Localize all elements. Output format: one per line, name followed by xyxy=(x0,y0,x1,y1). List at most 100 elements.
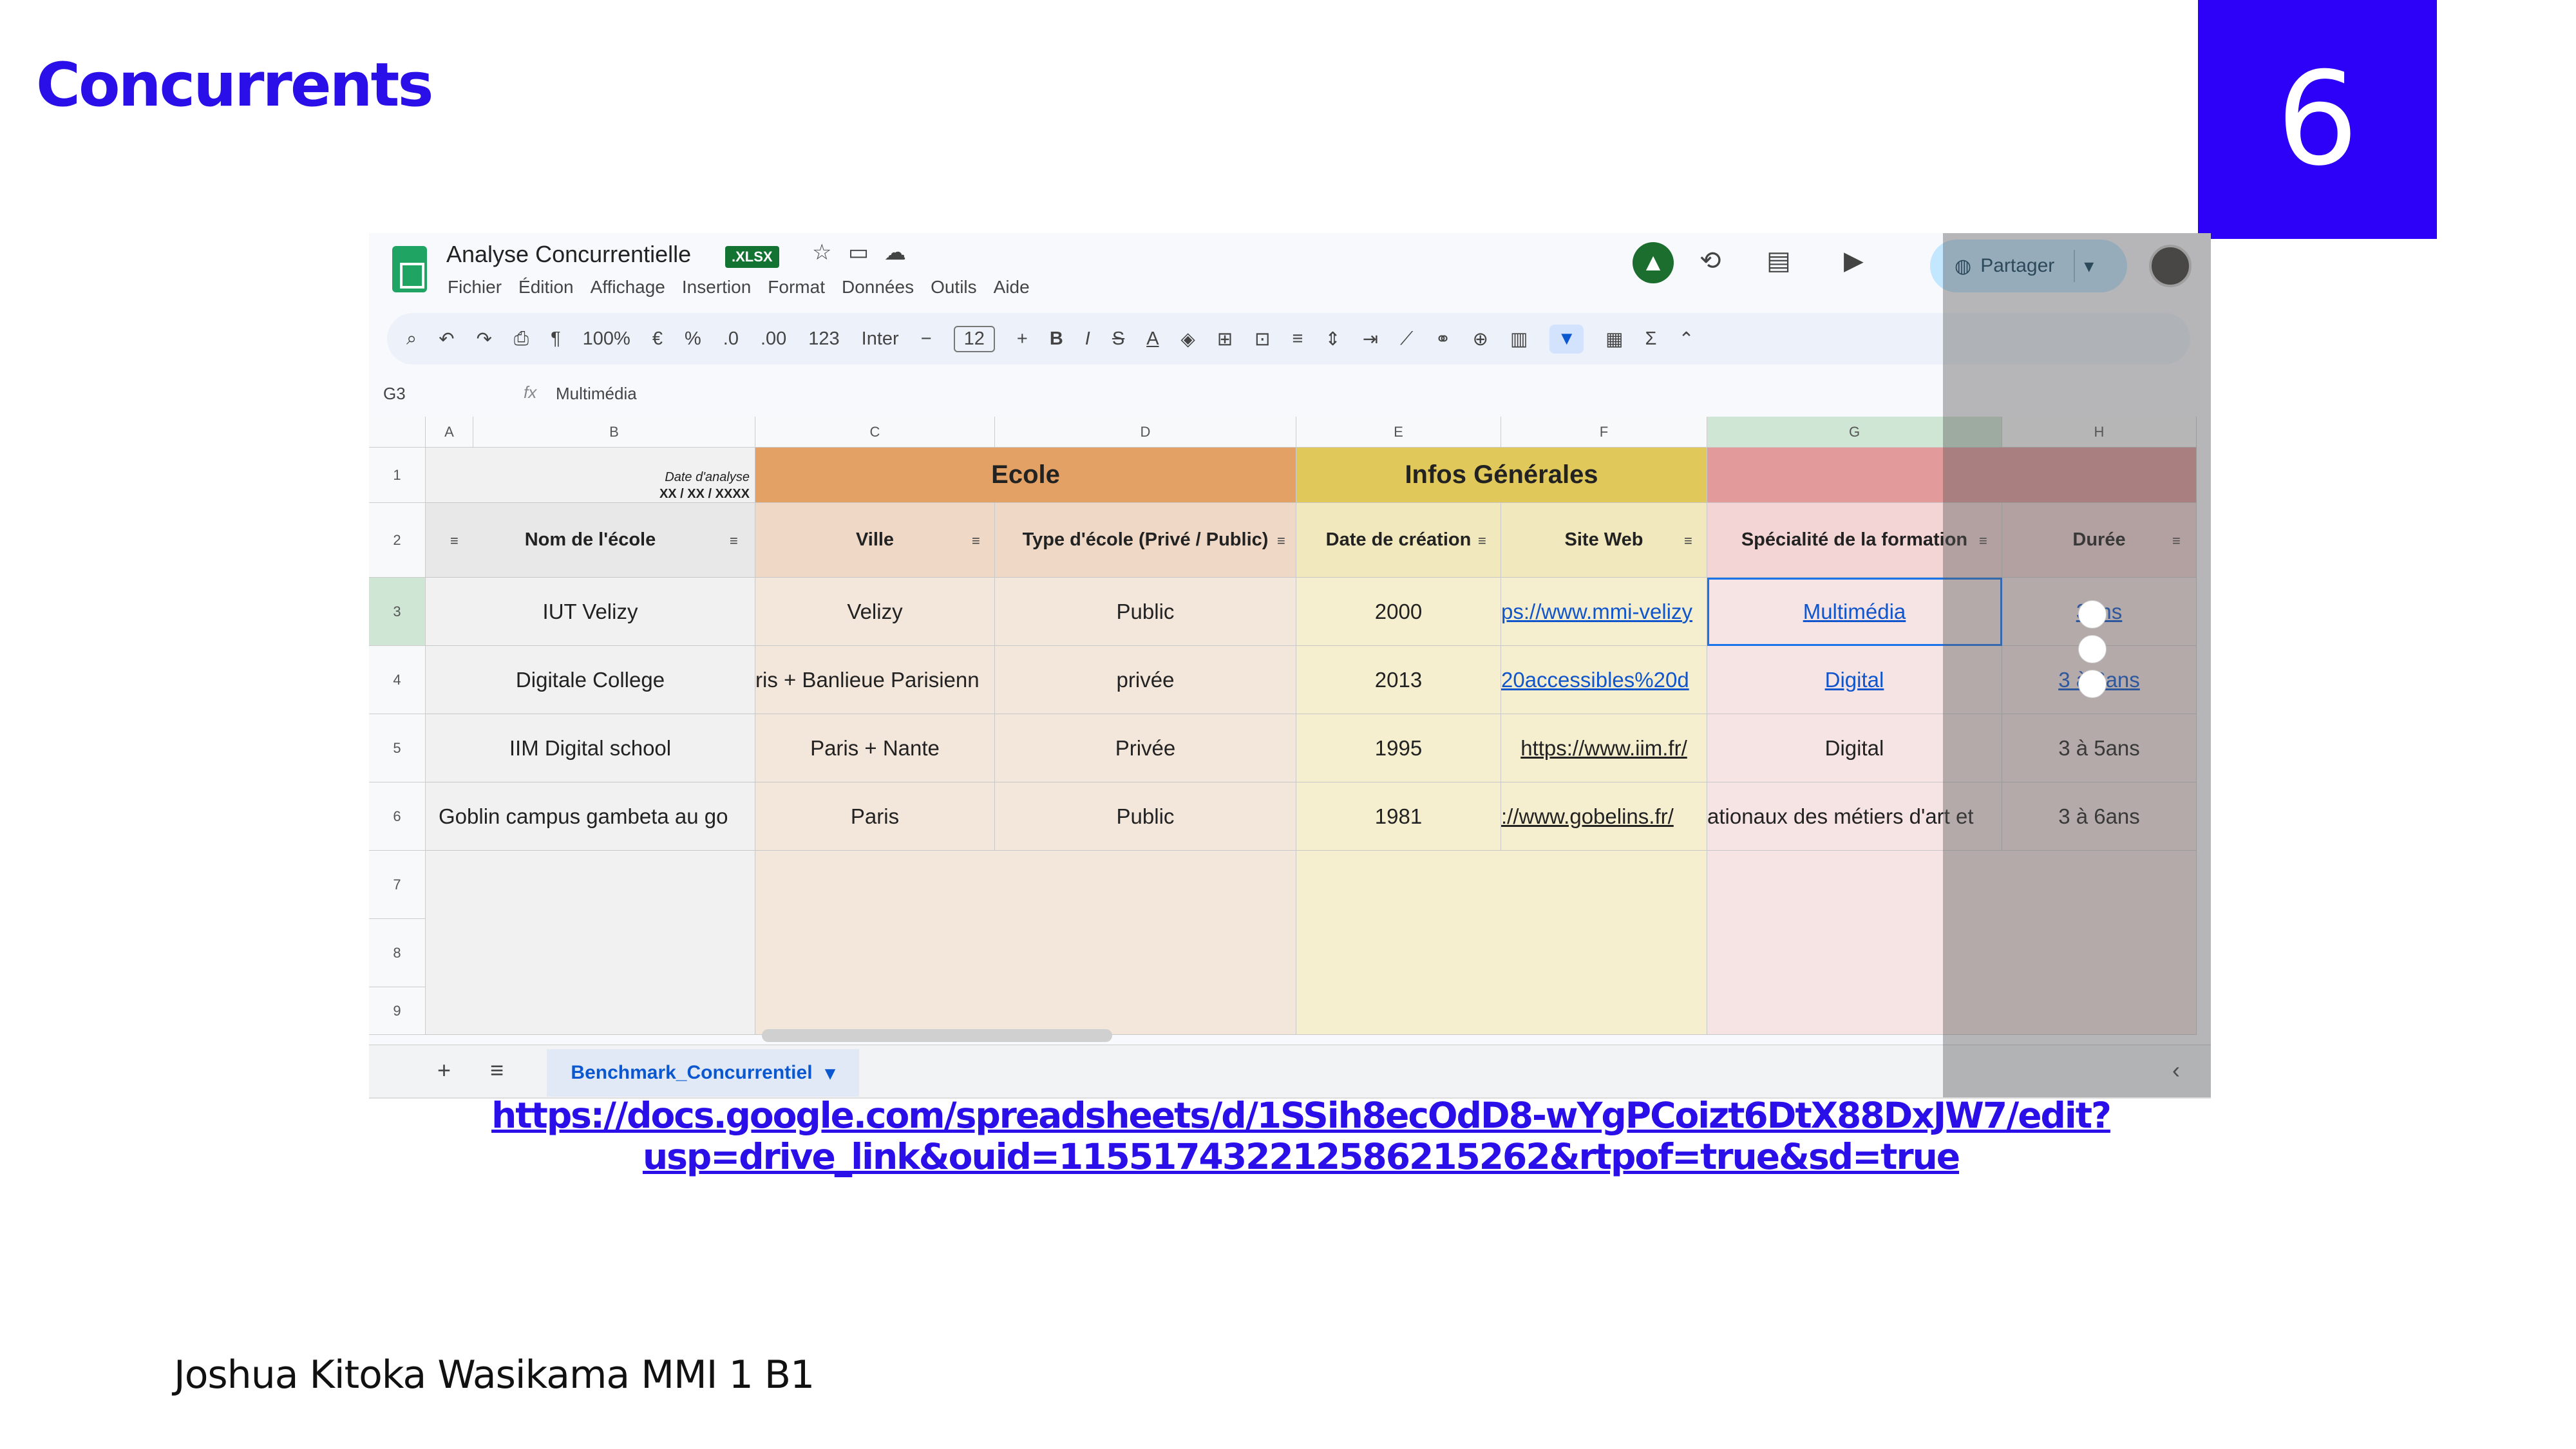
font-size-plus-icon[interactable]: + xyxy=(1017,328,1028,350)
spreadsheet-link[interactable]: https://docs.google.com/spreadsheets/d/1… xyxy=(386,1095,2215,1177)
header-date-creation[interactable]: Date de création xyxy=(1296,503,1501,578)
header-nom-ecole[interactable]: Nom de l'école xyxy=(426,503,755,578)
redo-icon[interactable]: ↷ xyxy=(477,328,492,350)
empty-cell[interactable] xyxy=(1296,851,1707,1035)
filter-views-icon[interactable]: ▦ xyxy=(1605,328,1623,350)
row-header-8[interactable]: 8 xyxy=(369,919,426,987)
document-title[interactable]: Analyse Concurrentielle xyxy=(446,241,691,268)
table-cell[interactable]: Public xyxy=(995,578,1296,646)
filter-icon[interactable]: ≡ xyxy=(972,533,980,549)
table-cell[interactable]: Paris + Nante xyxy=(755,714,995,782)
currency-button[interactable]: € xyxy=(652,328,663,350)
table-cell[interactable]: 1981 xyxy=(1296,782,1501,851)
table-cell[interactable]: 2000 xyxy=(1296,578,1501,646)
row-header-2[interactable]: 2 xyxy=(369,503,426,578)
table-cell[interactable]: Paris xyxy=(755,782,995,851)
filter-icon[interactable]: ≡ xyxy=(450,533,459,549)
menu-format[interactable]: Format xyxy=(768,277,825,298)
insert-link-icon[interactable]: ⚭ xyxy=(1435,328,1450,350)
col-header-b[interactable]: B xyxy=(473,417,755,448)
chevron-down-icon[interactable]: ▾ xyxy=(826,1062,835,1084)
col-header-a[interactable]: A xyxy=(426,417,473,448)
comments-icon[interactable]: ▤ xyxy=(1766,246,1791,276)
menu-outils[interactable]: Outils xyxy=(931,277,977,298)
font-size-minus-icon[interactable]: − xyxy=(921,328,932,350)
row-header-4[interactable]: 4 xyxy=(369,646,426,714)
table-cell[interactable]: Public xyxy=(995,782,1296,851)
group-header-ecole[interactable]: Ecole xyxy=(755,448,1296,503)
filter-icon[interactable]: ≡ xyxy=(1684,533,1692,549)
row-header-6[interactable]: 6 xyxy=(369,782,426,851)
text-color-icon[interactable]: A xyxy=(1146,328,1159,350)
font-select[interactable]: Inter xyxy=(862,328,899,350)
header-type-ecole[interactable]: Type d'école (Privé / Public) xyxy=(995,503,1296,578)
col-header-e[interactable]: E xyxy=(1296,417,1501,448)
filter-icon[interactable]: ▼ xyxy=(1549,324,1584,354)
table-cell[interactable]: 2013 xyxy=(1296,646,1501,714)
decrease-decimal-button[interactable]: .0 xyxy=(723,328,739,350)
table-cell-link[interactable]: ps://www.mmi-velizy xyxy=(1501,578,1707,646)
menu-aide[interactable]: Aide xyxy=(994,277,1030,298)
paint-format-icon[interactable]: ¶ xyxy=(551,328,561,350)
table-cell[interactable]: Privée xyxy=(995,714,1296,782)
horizontal-scrollbar[interactable] xyxy=(762,1029,1112,1042)
empty-cell[interactable] xyxy=(426,851,755,1035)
row-header-1[interactable]: 1 xyxy=(369,448,426,503)
number-format-button[interactable]: 123 xyxy=(808,328,839,350)
bold-icon[interactable]: B xyxy=(1050,328,1063,350)
functions-icon[interactable]: Σ xyxy=(1645,328,1656,350)
header-ville[interactable]: Ville xyxy=(755,503,995,578)
align-horizontal-icon[interactable]: ≡ xyxy=(1292,328,1303,350)
add-sheet-icon[interactable]: + xyxy=(437,1057,451,1084)
undo-icon[interactable]: ↶ xyxy=(439,328,454,350)
menu-insertion[interactable]: Insertion xyxy=(682,277,751,298)
text-rotation-icon[interactable]: ⟋ xyxy=(1400,328,1413,350)
all-sheets-icon[interactable]: ≡ xyxy=(490,1057,504,1084)
filter-icon[interactable]: ≡ xyxy=(730,533,738,549)
table-cell[interactable]: Digitale College xyxy=(426,646,755,714)
link-line-2[interactable]: usp=drive_link&ouid=11551743221258621526… xyxy=(386,1136,2215,1177)
name-box[interactable]: G3 xyxy=(383,384,406,404)
cloud-icon[interactable]: ☁ xyxy=(884,240,906,265)
collapse-toolbar-icon[interactable]: ⌃ xyxy=(1678,328,1694,350)
insert-chart-icon[interactable]: ▥ xyxy=(1510,328,1528,350)
filter-icon[interactable]: ≡ xyxy=(1478,533,1486,549)
table-cell-link[interactable]: ://www.gobelins.fr/ xyxy=(1501,782,1707,851)
group-header-infos[interactable]: Infos Générales xyxy=(1296,448,1707,503)
row-header-3[interactable]: 3 xyxy=(369,578,426,646)
table-cell-link[interactable]: https://www.iim.fr/ xyxy=(1501,714,1707,782)
text-wrap-icon[interactable]: ⇥ xyxy=(1363,328,1378,350)
header-site-web[interactable]: Site Web xyxy=(1501,503,1707,578)
table-cell[interactable]: privée xyxy=(995,646,1296,714)
col-header-c[interactable]: C xyxy=(755,417,995,448)
formula-input[interactable]: Multimédia xyxy=(556,384,637,404)
table-cell[interactable]: ris + Banlieue Parisienn xyxy=(755,646,995,714)
zoom-select[interactable]: 100% xyxy=(583,328,630,350)
col-header-d[interactable]: D xyxy=(995,417,1296,448)
align-vertical-icon[interactable]: ⇕ xyxy=(1325,328,1340,350)
print-icon[interactable]: ⎙ xyxy=(514,328,529,350)
borders-icon[interactable]: ⊞ xyxy=(1217,328,1233,350)
date-analysis-cell[interactable]: Date d'analyse XX / XX / XXXX xyxy=(426,448,755,503)
extension-icon[interactable]: ▲ xyxy=(1633,242,1674,283)
percent-button[interactable]: % xyxy=(685,328,701,350)
table-cell-link[interactable]: 20accessibles%20d xyxy=(1501,646,1707,714)
select-all-corner[interactable] xyxy=(369,417,426,448)
menu-edition[interactable]: Édition xyxy=(518,277,574,298)
star-icon[interactable]: ☆ xyxy=(812,240,831,265)
meet-icon[interactable]: ▶ xyxy=(1844,246,1864,276)
italic-icon[interactable]: I xyxy=(1085,328,1090,350)
table-cell[interactable]: Goblin campus gambeta au go xyxy=(426,782,755,851)
increase-decimal-button[interactable]: .00 xyxy=(761,328,786,350)
sheets-logo-icon[interactable] xyxy=(392,246,427,292)
folder-icon[interactable]: ▭ xyxy=(848,240,869,265)
empty-cell[interactable] xyxy=(755,851,1296,1035)
fill-color-icon[interactable]: ◈ xyxy=(1181,328,1195,350)
table-cell[interactable]: IUT Velizy xyxy=(426,578,755,646)
row-header-9[interactable]: 9 xyxy=(369,987,426,1035)
merge-cells-icon[interactable]: ⊡ xyxy=(1255,328,1270,350)
history-icon[interactable]: ⟲ xyxy=(1700,246,1721,276)
search-icon[interactable]: ⌕ xyxy=(406,328,417,350)
filter-icon[interactable]: ≡ xyxy=(1277,533,1285,549)
table-cell[interactable]: IIM Digital school xyxy=(426,714,755,782)
